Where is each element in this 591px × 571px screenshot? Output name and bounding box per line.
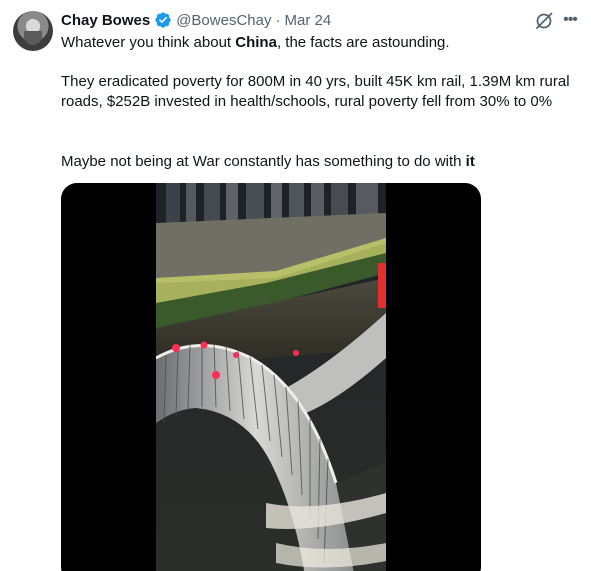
tweet[interactable]: Chay Bowes @BowesChay · Mar 24 ••• Whate… <box>0 0 591 571</box>
paragraph-1-end: , the facts are astounding. <box>276 34 450 51</box>
avatar-beard <box>24 31 42 45</box>
tweet-paragraph-2: They eradicated poverty for 800M in 40 y… <box>61 73 570 110</box>
author-name[interactable]: Chay Bowes <box>61 12 150 29</box>
paragraph-1-bold: China <box>235 34 277 51</box>
avatar[interactable] <box>13 11 53 51</box>
tweet-paragraph-3: Maybe not being at War constantly has so… <box>61 152 571 172</box>
header-separator: · <box>275 11 281 29</box>
video-thumbnail <box>156 183 386 571</box>
verified-badge-icon[interactable] <box>154 11 172 29</box>
grok-icon[interactable] <box>534 11 554 31</box>
video-player[interactable] <box>61 183 481 571</box>
tweet-date[interactable]: Mar 24 <box>284 12 331 29</box>
paragraph-3-text: Maybe not being at War constantly has so… <box>61 153 466 170</box>
paragraph-3-bold: it <box>465 153 475 170</box>
paragraph-1-text: Whatever you think about <box>61 34 236 51</box>
author-handle[interactable]: @BowesChay <box>176 12 271 29</box>
more-options-icon[interactable]: ••• <box>561 11 579 29</box>
tweet-paragraph-1: Whatever you think about China, the fact… <box>61 33 571 53</box>
tweet-header: Chay Bowes @BowesChay · Mar 24 <box>61 10 331 30</box>
video-frame[interactable] <box>156 183 386 571</box>
